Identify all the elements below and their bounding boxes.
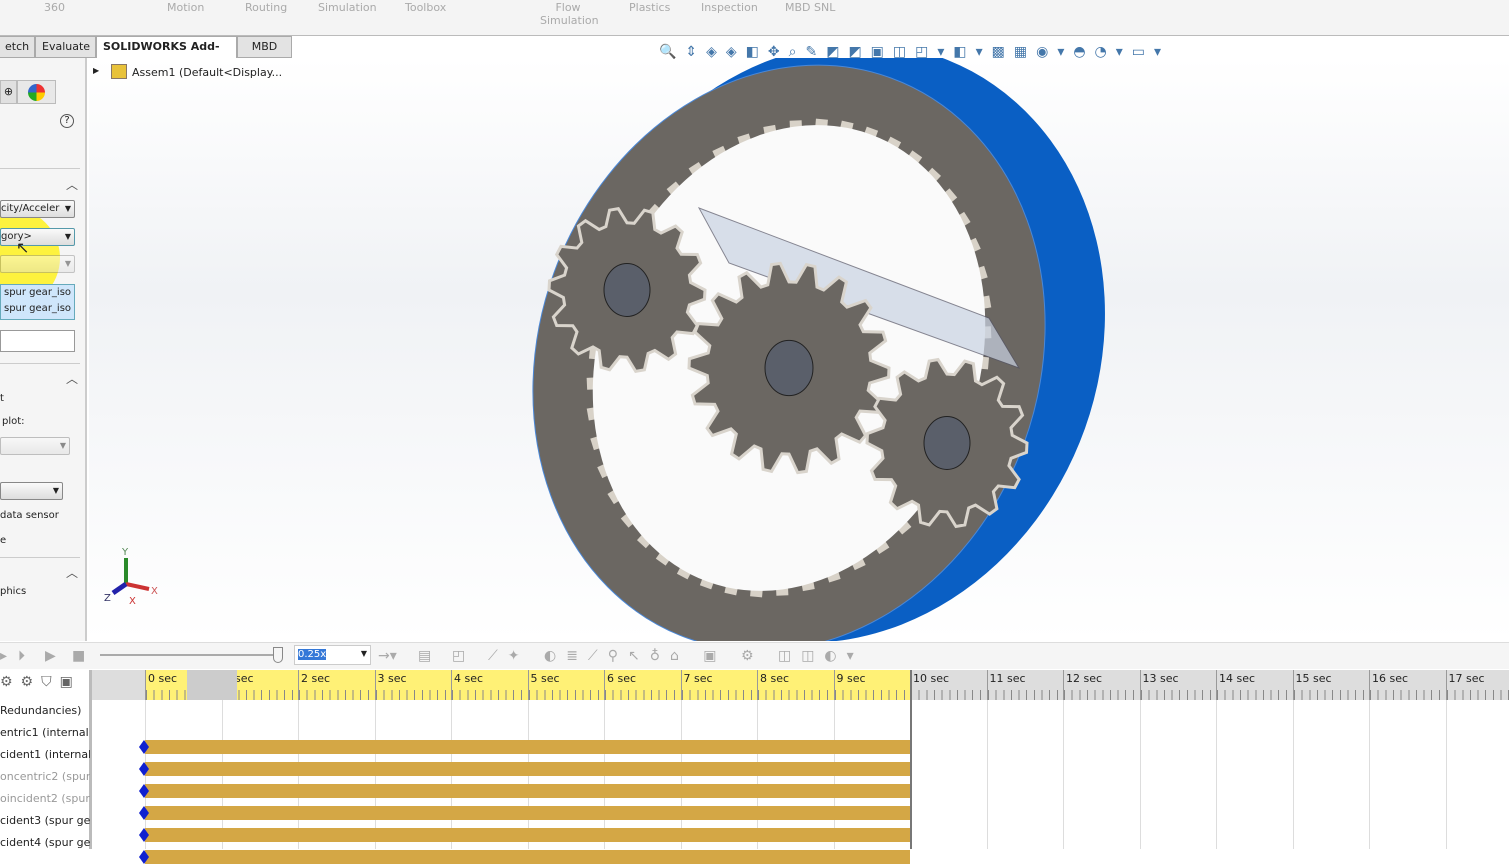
gear-assembly-model: X [89, 58, 1509, 641]
ribbon-tab-360[interactable]: 360 [44, 1, 65, 14]
selection-list[interactable]: spur gear_iso spur gear_iso [0, 284, 75, 320]
planet-gear-1-bore [604, 264, 650, 317]
result-type-dropdown[interactable]: city/Acceler▼ [0, 200, 75, 218]
ribbon-tab-toolbox[interactable]: Toolbox [405, 1, 446, 14]
time-bar[interactable] [910, 670, 912, 849]
timeline-bar[interactable] [145, 850, 910, 864]
timeline-slider[interactable] [100, 654, 280, 656]
motion-toolbar: ▸ ⏵ ▶ ■ 0.25x ▼ →▾ ▤ ◰ ⟋✦ ◐≣⟋⚲↖♁⌂ ▣ ⚙ ◫◫… [0, 642, 1509, 669]
playback-mode-icon[interactable]: →▾ [378, 648, 397, 664]
ribbon-tab-flow-simulation[interactable]: Flow Simulation [540, 1, 596, 27]
tab-solidworks-add-ins[interactable]: SOLIDWORKS Add-Ins [96, 36, 237, 58]
save-animation-icon[interactable]: ▤ [418, 648, 431, 664]
tab-mbd[interactable]: MBD [237, 36, 292, 58]
ribbon-tab-motion[interactable]: Motion [167, 1, 204, 14]
animation-wizard-icon[interactable]: ◰ [452, 648, 465, 664]
svg-text:Z: Z [104, 593, 111, 604]
collapse-chevron-icon[interactable]: ︿ [66, 564, 78, 581]
result-category-dropdown[interactable]: gory>▼ [0, 228, 75, 246]
svg-text:X: X [151, 586, 158, 597]
data-sensor-option[interactable]: data sensor [0, 510, 59, 521]
play-from-start-icon[interactable]: ⏵ [18, 648, 25, 664]
plot-dropdown[interactable]: ▼ [0, 437, 70, 455]
sun-gear-bore [765, 340, 813, 395]
step-back-icon[interactable]: ▸ [0, 648, 7, 664]
stop-icon[interactable]: ■ [72, 648, 85, 664]
ribbon-tab-mbd-snl[interactable]: MBD SNL [785, 1, 835, 14]
graphics-viewport[interactable]: ▶ Assem1 (Default<Display... X Y X Z 🔍⇕◈… [89, 58, 1509, 641]
motion-tools-icons[interactable]: ⟋✦ ◐≣⟋⚲↖♁⌂ ▣ ⚙ ◫◫◐▾ [488, 648, 888, 664]
timeline-bar[interactable] [145, 784, 910, 798]
timeline-bar[interactable] [145, 806, 910, 820]
play-icon[interactable]: ▶ [45, 648, 56, 664]
collapse-chevron-icon[interactable]: ︿ [66, 176, 78, 193]
ribbon-tab-simulation[interactable]: Simulation [318, 1, 377, 14]
collapse-chevron-icon[interactable]: ︿ [66, 370, 78, 387]
help-icon[interactable]: ? [60, 114, 74, 128]
motion-study-timeline: ⚙⚙⛉▣ Redundancies)entric1 (internal scid… [0, 670, 1509, 849]
result-component-dropdown[interactable]: ▼ [0, 255, 75, 273]
ribbon-tab-routing[interactable]: Routing [245, 1, 287, 14]
tab-evaluate[interactable]: Evaluate [35, 36, 96, 58]
planet-gear-2-bore [924, 417, 970, 470]
appearance-tab-icon[interactable] [17, 80, 56, 104]
tab-sketch[interactable]: etch [0, 36, 35, 58]
timeline-bar[interactable] [145, 828, 910, 842]
coordinate-triad-icon: Y X Z [99, 546, 169, 606]
ribbon-tab-bar: 360 Motion Routing Simulation Toolbox Fl… [0, 0, 1509, 36]
timeline-bar[interactable] [145, 740, 910, 754]
property-manager-panel: ⊕ ? ︿ city/Acceler▼ gory>▼ ↖ ▼ spur gear… [0, 58, 87, 641]
sensor-dropdown[interactable]: ▼ [0, 482, 63, 500]
heads-up-view-toolbar[interactable]: 🔍⇕◈◈◧✥⌕✎◩◩▣◫◰▾◧▾▩▦◉▾◓◔▾▭▾ [659, 44, 1219, 66]
slider-handle[interactable] [273, 647, 283, 663]
timeline-bar[interactable] [145, 762, 910, 776]
ribbon-tab-inspection[interactable]: Inspection [701, 1, 758, 14]
configuration-tab-icon[interactable]: ⊕ [0, 80, 17, 104]
reference-input[interactable] [0, 330, 75, 352]
svg-text:Y: Y [121, 547, 129, 558]
playback-speed-select[interactable]: 0.25x ▼ [294, 645, 371, 665]
ribbon-tab-plastics[interactable]: Plastics [629, 1, 670, 14]
